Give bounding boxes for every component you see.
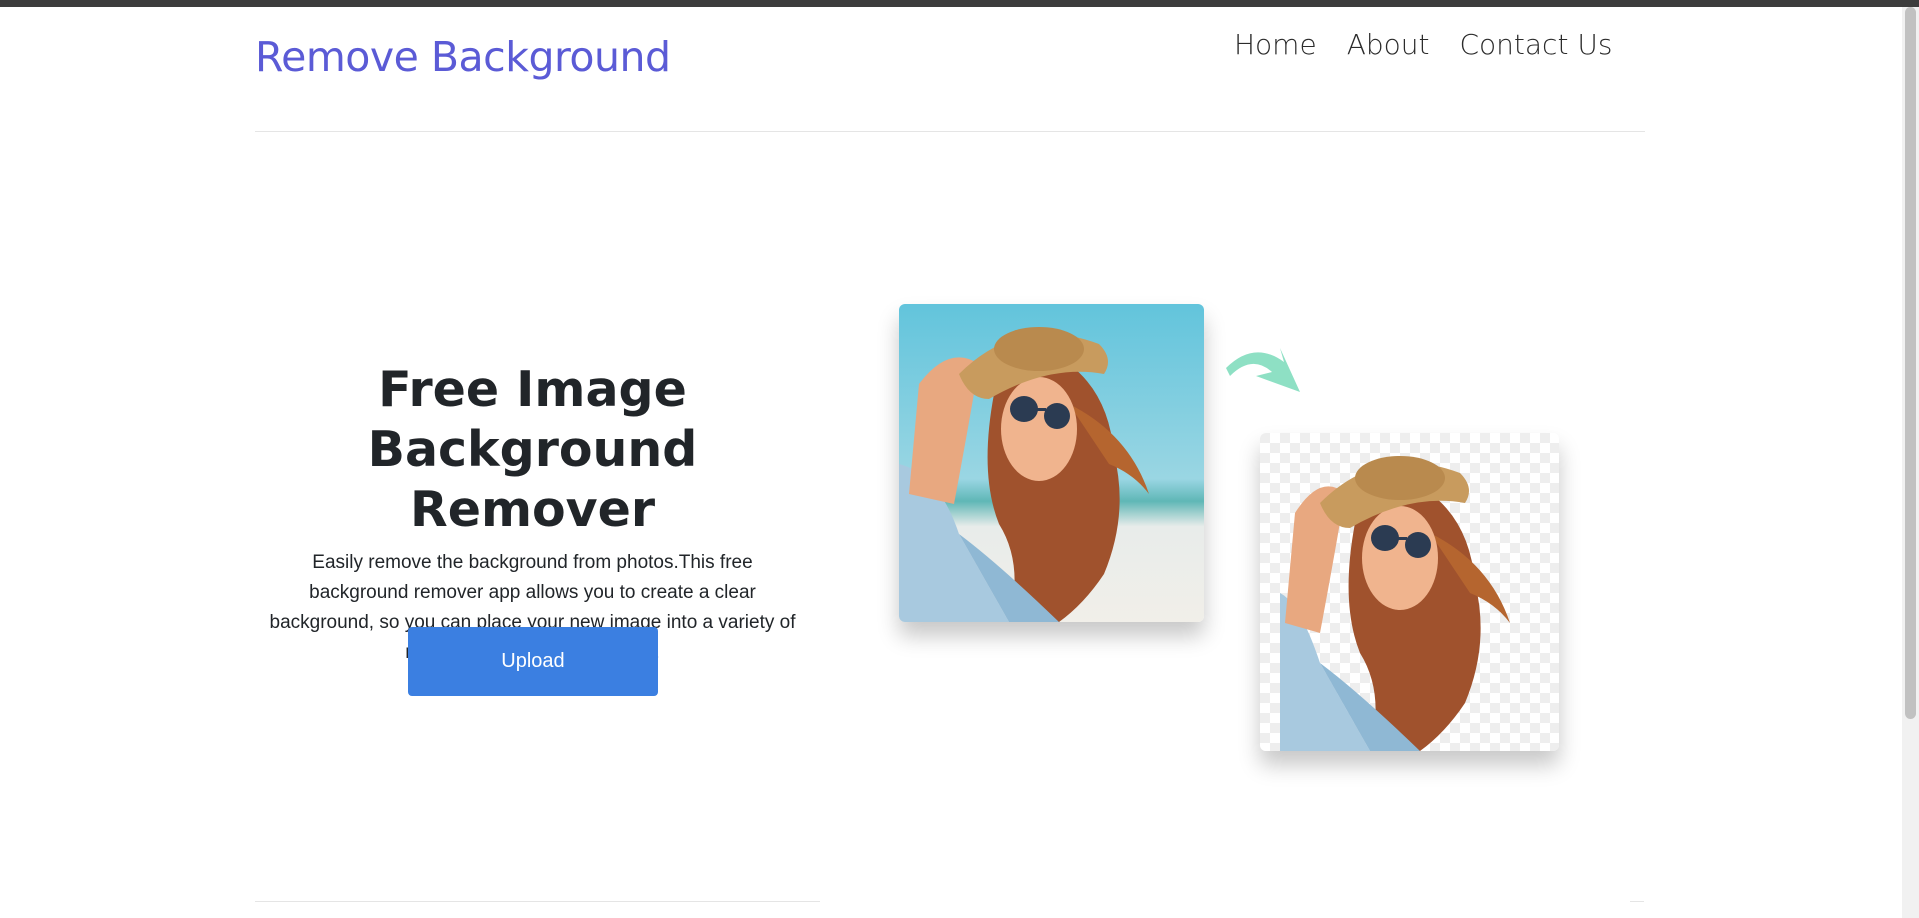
curved-arrow-icon [1226, 348, 1300, 392]
browser-top-bar [0, 0, 1919, 7]
upload-button[interactable]: Upload [408, 627, 658, 696]
scrollbar-thumb[interactable] [1905, 7, 1916, 719]
hero-title-line2: Background Remover [367, 421, 698, 538]
nav-contact-us[interactable]: Contact Us [1459, 28, 1612, 61]
hero-section: Free Image Background Remover Easily rem… [255, 360, 810, 668]
header-divider [255, 131, 1645, 132]
main-nav: Home About Contact Us [1234, 28, 1612, 61]
hero-title-line1: Free Image [378, 361, 687, 418]
vertical-scrollbar[interactable] [1902, 7, 1919, 918]
after-image [1260, 433, 1559, 751]
hero-title: Free Image Background Remover [255, 360, 810, 540]
nav-home[interactable]: Home [1234, 28, 1317, 61]
footer-divider-left [255, 901, 820, 902]
before-image [899, 304, 1204, 622]
brand-logo[interactable]: Remove Background [255, 33, 671, 81]
nav-about[interactable]: About [1347, 28, 1430, 61]
footer-divider-right [1630, 901, 1644, 902]
